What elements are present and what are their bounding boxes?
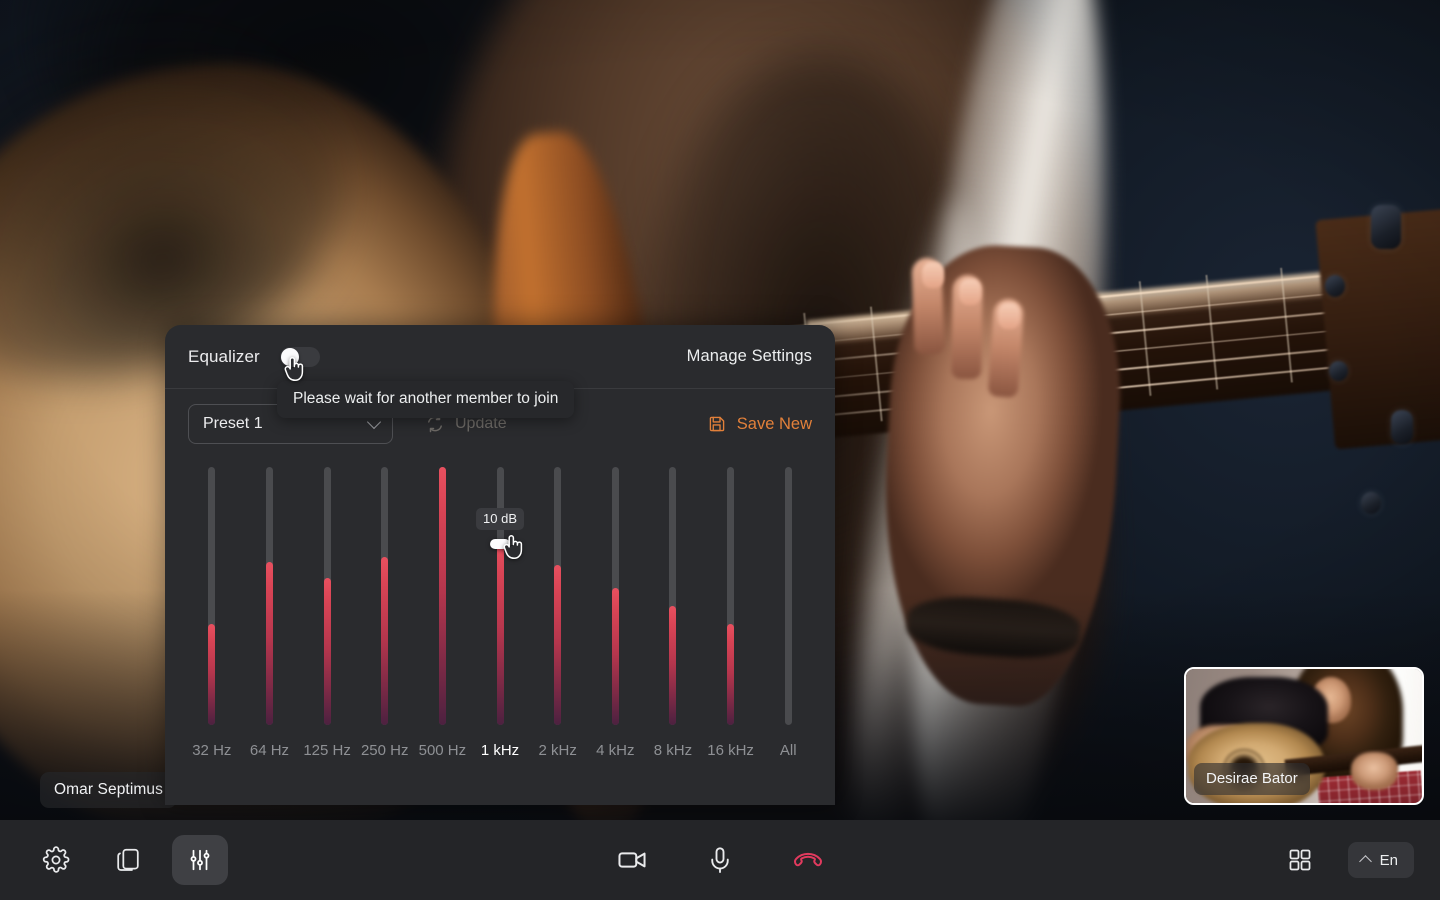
screen-share-button[interactable] [100, 835, 156, 885]
microphone-toggle-button[interactable] [692, 835, 748, 885]
eq-band-slider-track[interactable] [208, 467, 216, 725]
save-new-preset-button[interactable]: Save New [708, 415, 812, 434]
eq-band-label: 250 Hz [360, 742, 409, 759]
eq-band-1: 64 Hz [241, 467, 299, 799]
eq-band-slider-fill [323, 578, 331, 725]
eq-band-slider-track[interactable] [265, 467, 273, 725]
equalizer-tooltip: Please wait for another member to join [277, 381, 575, 418]
save-new-preset-label: Save New [736, 414, 812, 433]
eq-band-slider-track[interactable] [438, 467, 446, 725]
eq-band-4: 500 Hz [414, 467, 472, 799]
eq-band-label: 2 kHz [538, 742, 577, 759]
main-participant-name: Omar Septimus [40, 771, 177, 808]
eq-band-slider-fill [208, 624, 216, 725]
eq-band-label: 8 kHz [653, 742, 693, 759]
eq-band-slider-fill [265, 562, 273, 725]
eq-band-3: 250 Hz [356, 467, 414, 799]
gear-icon [42, 846, 70, 874]
grid-layout-icon [1287, 847, 1313, 873]
eq-band-label: 4 kHz [596, 742, 635, 759]
language-label: En [1379, 851, 1398, 869]
eq-band-label: 64 Hz [249, 742, 290, 759]
eq-band-value-tooltip: 10 dB [476, 508, 525, 530]
eq-band-5: 10 dB 1 kHz [471, 467, 529, 799]
equalizer-header: Equalizer Manage Settings [165, 325, 835, 389]
call-toolbar: En [0, 820, 1440, 900]
toolbar-center-group [604, 835, 836, 885]
chevron-up-icon [1358, 855, 1372, 868]
eq-band-label: 125 Hz [303, 742, 351, 759]
video-camera-icon [616, 844, 648, 876]
save-disk-icon [708, 415, 726, 433]
eq-band-2: 125 Hz [298, 467, 356, 799]
eq-band-9: 16 kHz [702, 467, 760, 799]
equalizer-band-sliders: 32 Hz 64 Hz 125 Hz 250 Hz 500 Hz 10 dB 1 kHz 2 … [165, 459, 835, 799]
equalizer-toggle-knob [280, 347, 299, 366]
equalizer-toggle[interactable] [279, 346, 320, 367]
eq-band-label: 16 kHz [707, 742, 754, 759]
app-window: Omar Septimus Desirae Bator Equalizer Ma… [0, 0, 1440, 900]
eq-band-label: All [779, 742, 797, 759]
equalizer-title: Equalizer [188, 346, 260, 366]
hangup-phone-icon [790, 842, 826, 878]
eq-band-7: 4 kHz [586, 467, 644, 799]
preset-select-value: Preset 1 [203, 415, 263, 432]
equalizer-button[interactable] [172, 835, 228, 885]
eq-band-slider-track[interactable]: 10 dB [476, 467, 525, 725]
eq-band-slider-fill [669, 606, 677, 725]
eq-band-8: 8 kHz [644, 467, 702, 799]
eq-band-slider-fill [554, 565, 562, 725]
pip-participant-name: Desirae Bator [1194, 763, 1310, 795]
eq-band-slider-fill [381, 557, 389, 725]
settings-button[interactable] [28, 835, 84, 885]
update-preset-label: Update [455, 415, 507, 432]
eq-band-label: 1 kHz [480, 742, 520, 759]
microphone-icon [705, 845, 735, 875]
eq-band-slider-track[interactable] [554, 467, 562, 725]
eq-band-slider-fill [727, 624, 735, 725]
eq-band-10: All [759, 467, 817, 799]
hangup-button[interactable] [780, 835, 836, 885]
toolbar-left-group [0, 835, 228, 885]
language-button[interactable]: En [1347, 842, 1414, 878]
manage-settings-link[interactable]: Manage Settings [687, 347, 812, 366]
eq-band-label: 32 Hz [192, 742, 232, 759]
pip-video-tile[interactable]: Desirae Bator [1184, 667, 1424, 805]
toolbar-right-group: En [1272, 835, 1440, 885]
camera-toggle-button[interactable] [604, 835, 660, 885]
equalizer-sliders-icon [187, 847, 213, 873]
grid-layout-button[interactable] [1272, 835, 1328, 885]
eq-band-slider-track[interactable] [323, 467, 331, 725]
eq-band-slider-fill [496, 544, 504, 725]
eq-band-slider-track[interactable] [784, 467, 792, 725]
copy-icon [114, 846, 142, 874]
eq-band-slider-track[interactable] [381, 467, 389, 725]
eq-band-slider-fill [438, 467, 446, 725]
eq-band-slider-thumb[interactable] [490, 539, 511, 549]
eq-band-0: 32 Hz [183, 467, 241, 799]
eq-band-6: 2 kHz [529, 467, 587, 799]
eq-band-slider-track[interactable] [727, 467, 735, 725]
eq-band-slider-track[interactable] [669, 467, 677, 725]
eq-band-slider-track[interactable] [611, 467, 619, 725]
eq-band-label: 500 Hz [418, 742, 467, 759]
eq-band-slider-fill [611, 588, 619, 725]
